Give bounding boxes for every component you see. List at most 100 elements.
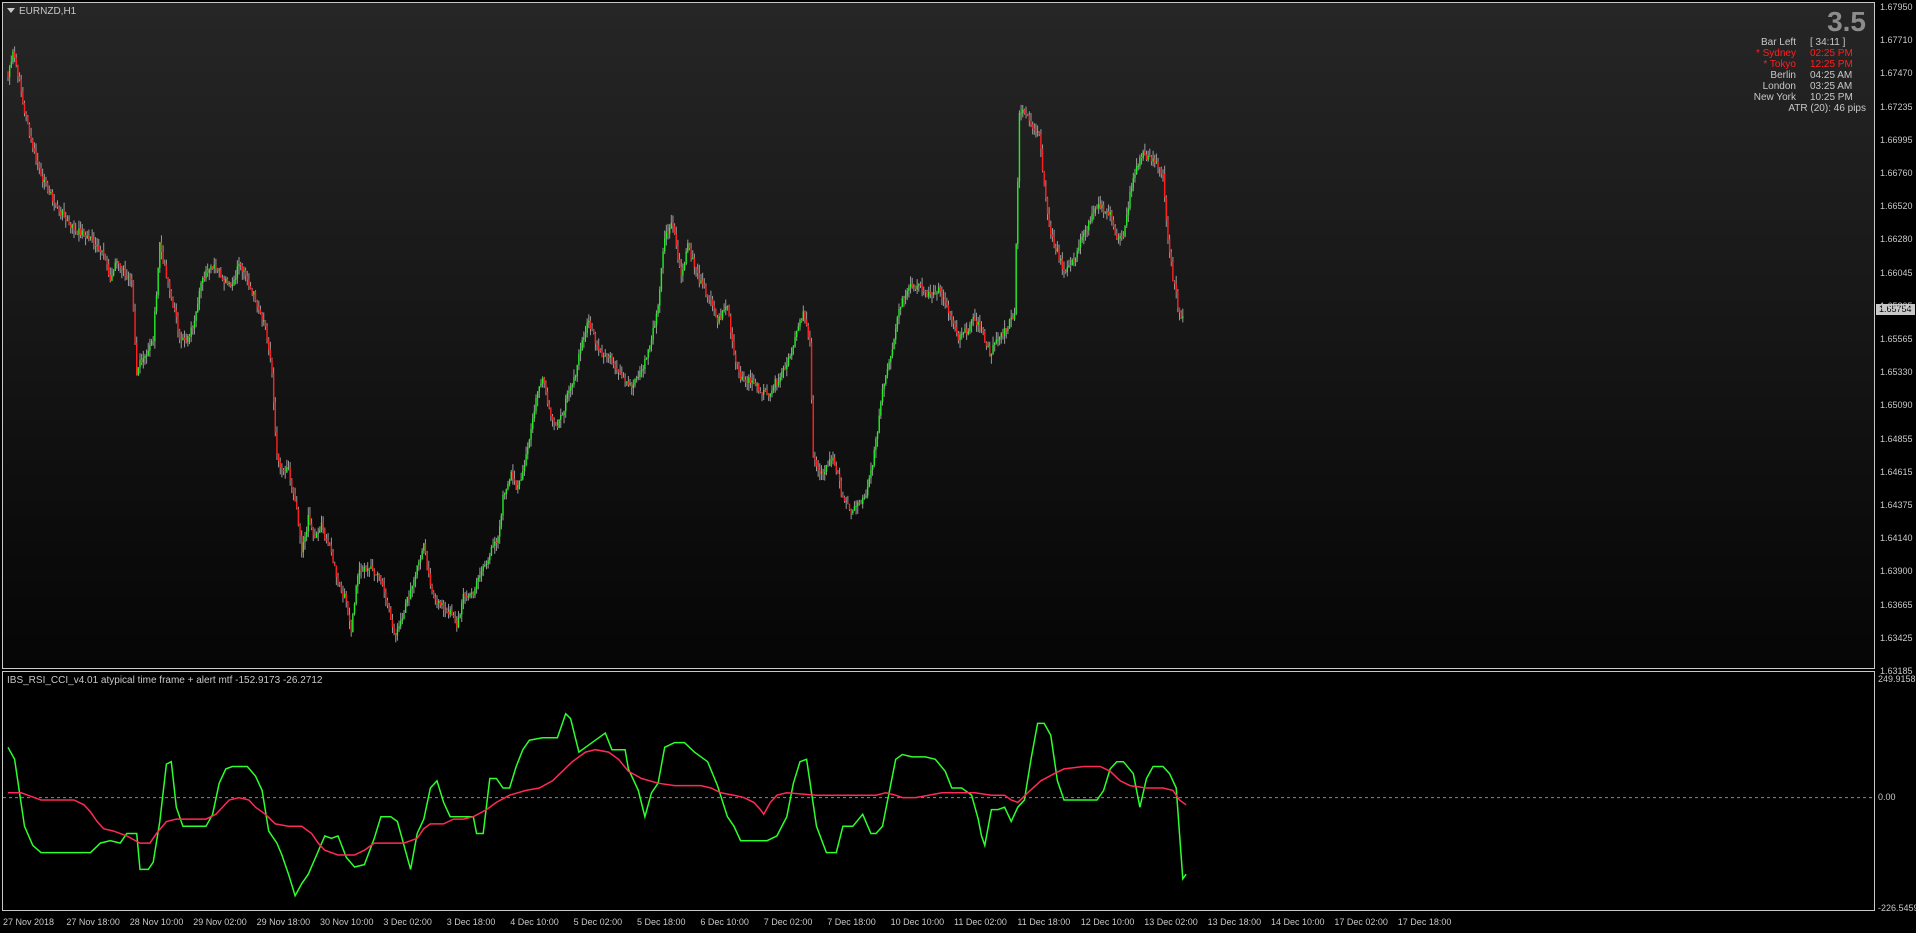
candle-bear	[294, 493, 296, 502]
candle-bear	[391, 619, 394, 628]
candle-bull	[906, 290, 908, 296]
candle-bull	[469, 593, 471, 597]
candle-bear	[340, 584, 342, 591]
candle-bear	[117, 261, 120, 264]
candle-bear	[1157, 161, 1159, 168]
candle-bull	[634, 378, 636, 385]
candle-bear	[985, 342, 988, 347]
candle-bear	[322, 522, 324, 529]
candle-bear	[931, 293, 933, 296]
candle-bear	[1160, 168, 1163, 174]
candle-bear	[914, 285, 917, 290]
candle-bear	[88, 235, 90, 239]
candle-bear	[1099, 204, 1101, 209]
candle-bull	[769, 394, 771, 397]
candle-bull	[578, 353, 580, 366]
candle-bull	[352, 614, 354, 633]
candle-bear	[268, 338, 270, 350]
candle-bear	[982, 328, 984, 331]
price-tick-label: 1.67710	[1880, 35, 1913, 46]
candle-bull	[604, 355, 606, 357]
candle-bear	[180, 339, 182, 341]
candle-bear	[241, 264, 243, 272]
candle-bear	[383, 585, 385, 593]
time-tick-label: 7 Dec 02:00	[763, 917, 813, 927]
candle-bull	[523, 465, 526, 471]
candle-bear	[424, 543, 427, 554]
candle-bear	[160, 242, 163, 252]
candle-bear	[594, 333, 597, 344]
candle-bear	[736, 362, 738, 365]
price-chart-pane[interactable]: EURNZD,H1 3.5 Bar Left [ 34:11 ] * Sydney…	[2, 2, 1875, 669]
indicator-pane[interactable]: IBS_RSI_CCI_v4.01 atypical time frame + …	[2, 671, 1875, 911]
time-tick-label: 14 Dec 10:00	[1271, 917, 1325, 927]
candle-bull	[50, 192, 52, 194]
candle-bear	[299, 525, 301, 536]
candle-bull	[852, 510, 854, 514]
candle-bull	[969, 324, 971, 332]
candle-bull	[725, 306, 727, 310]
candle-bull	[794, 337, 796, 347]
candle-bear	[593, 328, 595, 334]
candle-bull	[137, 367, 140, 375]
candle-bull	[1022, 109, 1024, 113]
candle-bull	[786, 364, 788, 370]
candle-bull	[401, 618, 404, 621]
candle-bear	[827, 465, 829, 467]
symbol-label[interactable]: EURNZD,H1	[7, 6, 76, 17]
candle-bear	[259, 309, 262, 314]
candle-bear	[1112, 219, 1115, 228]
candle-bull	[870, 469, 872, 479]
candle-bull	[659, 289, 661, 306]
candle-bear	[776, 379, 778, 385]
candle-bear	[23, 102, 26, 114]
price-tick-label: 1.64615	[1880, 466, 1913, 477]
candle-bear	[131, 278, 133, 281]
candle-bear	[680, 266, 682, 276]
candle-bear	[598, 344, 600, 350]
candle-bear	[1172, 262, 1174, 282]
candle-bear	[715, 309, 717, 318]
candle-bull	[626, 381, 628, 383]
candle-bear	[277, 453, 280, 461]
candle-bear	[946, 302, 948, 305]
candle-bull	[418, 562, 420, 566]
candle-bull	[588, 320, 590, 323]
candle-bear	[1030, 121, 1032, 125]
candle-bull	[409, 589, 412, 599]
candle-bull	[751, 380, 753, 383]
candle-bull	[538, 386, 540, 392]
candle-bear	[466, 595, 468, 598]
candle-bull	[1109, 212, 1111, 215]
candle-bear	[1145, 154, 1148, 160]
candle-bull	[644, 359, 646, 370]
candle-bear	[428, 568, 430, 574]
candle-bear	[76, 231, 78, 235]
candle-bear	[1096, 208, 1098, 210]
candle-bear	[550, 407, 552, 416]
candle-bear	[436, 599, 438, 603]
candle-bull	[569, 387, 572, 391]
candle-bull	[763, 389, 765, 395]
candle-bear	[1064, 271, 1067, 273]
time-tick-label: 3 Dec 18:00	[446, 917, 496, 927]
candle-bear	[1040, 134, 1042, 149]
candle-bull	[396, 628, 399, 636]
candle-bull	[150, 340, 153, 345]
candle-bear	[766, 390, 768, 394]
candle-bull	[779, 377, 781, 382]
candle-bull	[885, 375, 887, 384]
candle-bear	[1050, 225, 1052, 235]
candle-bull	[1135, 166, 1138, 175]
candle-bear	[835, 465, 837, 473]
candle-bear	[266, 326, 268, 339]
candle-bull	[565, 398, 567, 412]
candle-bull	[723, 309, 725, 311]
candle-bear	[759, 391, 762, 393]
candle-bear	[939, 287, 941, 291]
candle-bull	[370, 565, 372, 569]
candle-bear	[1051, 234, 1054, 237]
candle-bear	[800, 319, 803, 321]
candle-bull	[489, 555, 491, 561]
candle-bear	[1046, 197, 1049, 215]
